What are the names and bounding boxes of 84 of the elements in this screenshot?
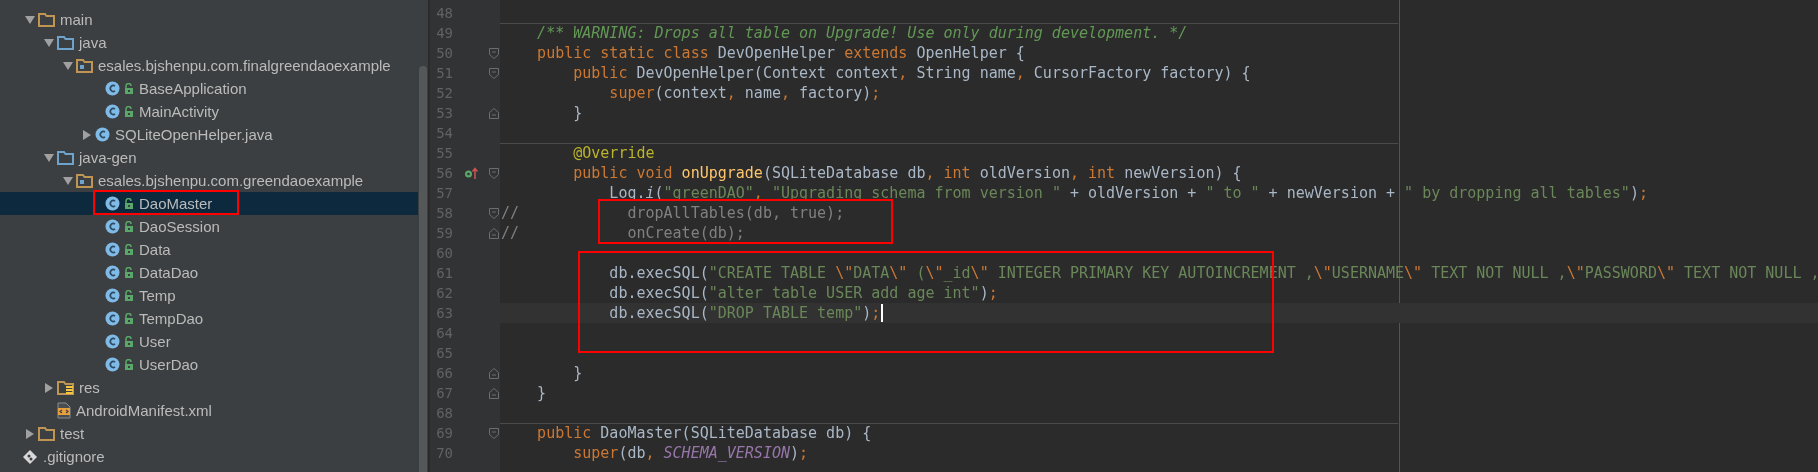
- lock-icon: [124, 198, 134, 209]
- tree-item[interactable]: Data: [0, 238, 418, 261]
- class-icon: [105, 311, 120, 326]
- class-icon: [105, 357, 120, 372]
- tree-item[interactable]: DataDao: [0, 261, 418, 284]
- class-icon: [105, 265, 120, 280]
- code-line: public DevOpenHelper(Context context, String name, CursorFactory factory) {: [573, 63, 1251, 83]
- code-line: }: [537, 383, 547, 403]
- lock-icon: [124, 83, 134, 94]
- fold-marker-icon[interactable]: [489, 367, 499, 379]
- fold-marker-icon[interactable]: [489, 47, 499, 59]
- xml-file-icon: [57, 402, 71, 419]
- code-line: public DaoMaster(SQLiteDatabase db) {: [537, 423, 872, 443]
- lock-icon: [124, 106, 134, 117]
- code-line: // dropAllTables(db, true);: [501, 203, 845, 223]
- code-line: }: [573, 103, 583, 123]
- lock-icon: [124, 267, 134, 278]
- tree-item[interactable]: Temp: [0, 284, 418, 307]
- lock-icon: [124, 359, 134, 370]
- tree-item[interactable]: AndroidManifest.xml: [0, 399, 418, 422]
- class-icon: [105, 242, 120, 257]
- code-line: super(context, name, factory);: [609, 83, 881, 103]
- expanded-arrow-icon[interactable]: [63, 176, 73, 185]
- tree-item[interactable]: java: [0, 31, 418, 54]
- fold-marker-icon[interactable]: [489, 207, 499, 219]
- tree-item[interactable]: esales.bjshenpu.com.greendaoexample: [0, 169, 418, 192]
- tree-item[interactable]: SQLiteOpenHelper.java: [0, 123, 418, 146]
- tree-item[interactable]: DaoMaster: [0, 192, 418, 215]
- code-line: public void onUpgrade(SQLiteDatabase db, int oldVersion, int newVersion) {: [573, 163, 1242, 183]
- fold-marker-icon[interactable]: [489, 227, 499, 239]
- class-icon: [105, 219, 120, 234]
- fold-marker-icon[interactable]: [489, 167, 499, 179]
- package-icon: [76, 173, 93, 188]
- tree-item[interactable]: BaseApplication: [0, 77, 418, 100]
- code-line: // onCreate(db);: [501, 223, 745, 243]
- tree-item[interactable]: .gitignore: [0, 445, 418, 468]
- tree-item[interactable]: MainActivity: [0, 100, 418, 123]
- tree-item[interactable]: TempDao: [0, 307, 418, 330]
- expanded-arrow-icon[interactable]: [44, 38, 54, 47]
- tree-item[interactable]: esales.bjshenpu.com.finalgreendaoexample: [0, 54, 418, 77]
- code-line: public static class DevOpenHelper extends OpenHelper {: [537, 43, 1025, 63]
- fold-marker-icon[interactable]: [489, 387, 499, 399]
- class-icon: [105, 288, 120, 303]
- class-icon: [105, 334, 120, 349]
- code-line: }: [573, 363, 583, 383]
- expanded-arrow-icon[interactable]: [44, 153, 54, 162]
- lock-icon: [124, 244, 134, 255]
- fold-marker-icon[interactable]: [489, 67, 499, 79]
- class-icon: [95, 127, 110, 142]
- collapsed-arrow-icon[interactable]: [45, 382, 53, 393]
- git-file-icon: [22, 448, 38, 465]
- tree-item[interactable]: test: [0, 422, 418, 445]
- tree-item[interactable]: DaoSession: [0, 215, 418, 238]
- collapsed-arrow-icon[interactable]: [83, 129, 91, 140]
- code-line: db.execSQL("alter table USER add age int");: [609, 283, 998, 303]
- tree-item[interactable]: res: [0, 376, 418, 399]
- folder-icon: [38, 426, 55, 441]
- collapsed-arrow-icon[interactable]: [26, 428, 34, 439]
- tree-item[interactable]: main: [0, 8, 418, 31]
- fold-marker-icon[interactable]: [489, 427, 499, 439]
- expanded-arrow-icon[interactable]: [25, 15, 35, 24]
- scrollbar-thumb[interactable]: [419, 66, 427, 472]
- folder-icon: [38, 12, 55, 27]
- class-icon: [105, 104, 120, 119]
- override-icon[interactable]: [463, 166, 478, 180]
- fold-marker-icon[interactable]: [489, 107, 499, 119]
- lock-icon: [124, 336, 134, 347]
- package-icon: [76, 58, 93, 73]
- code-line: super(db, SCHEMA_VERSION);: [573, 443, 809, 463]
- folder-icon: [57, 150, 74, 165]
- tree-item[interactable]: java-gen: [0, 146, 418, 169]
- resource-folder-icon: [57, 380, 74, 395]
- expanded-arrow-icon[interactable]: [63, 61, 73, 70]
- code-line: db.execSQL("DROP TABLE temp");: [609, 303, 881, 323]
- class-icon: [105, 81, 120, 96]
- class-icon: [105, 196, 120, 211]
- tree-item[interactable]: UserDao: [0, 353, 418, 376]
- tree-item[interactable]: User: [0, 330, 418, 353]
- lock-icon: [124, 221, 134, 232]
- code-line: /** WARNING: Drops all table on Upgrade! Use only during development. */: [537, 23, 1188, 43]
- lock-icon: [124, 290, 134, 301]
- folder-icon: [57, 35, 74, 50]
- lock-icon: [124, 313, 134, 324]
- code-line: @Override: [573, 143, 655, 163]
